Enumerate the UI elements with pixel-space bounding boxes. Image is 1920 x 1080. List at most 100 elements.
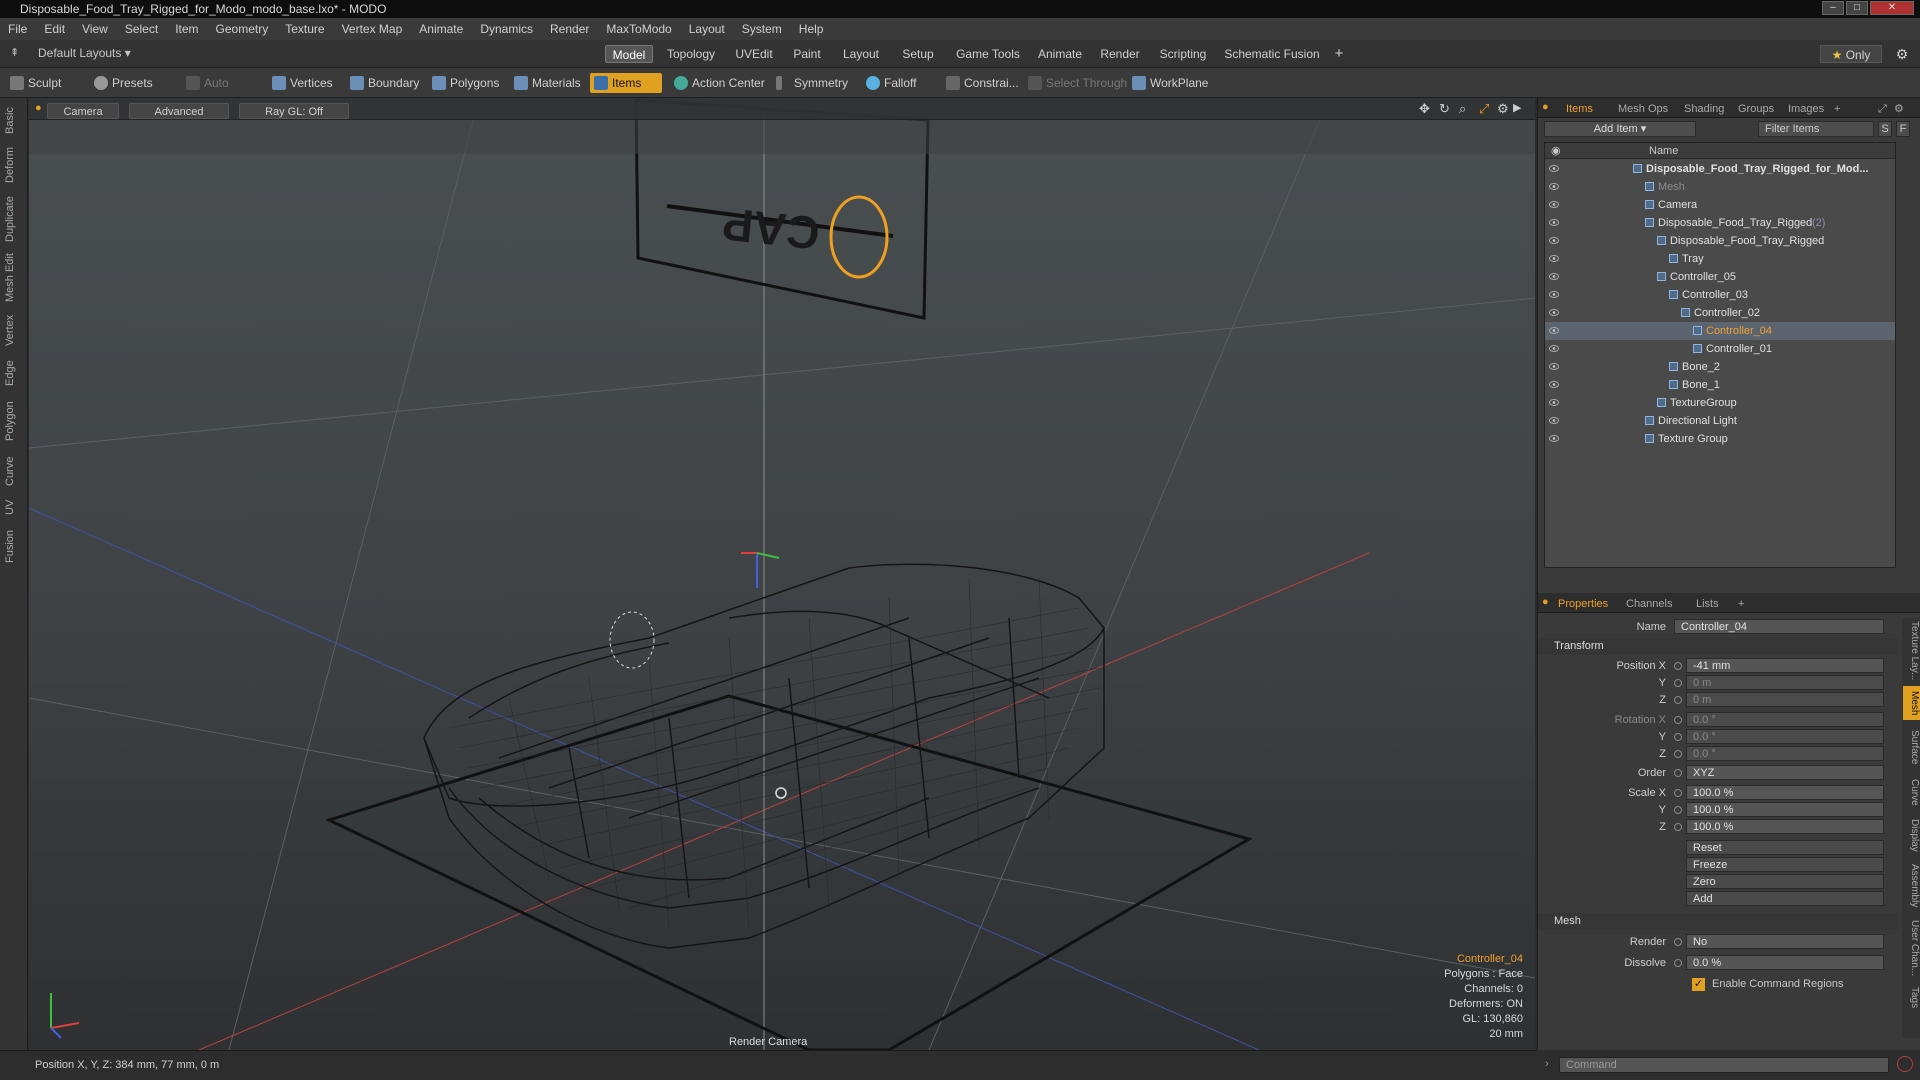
command-record-icon[interactable] — [1897, 1056, 1913, 1072]
constraints-button[interactable]: Constrai... — [942, 73, 1024, 93]
visibility-eye-icon[interactable] — [1549, 435, 1559, 442]
sculpt-button[interactable]: Sculpt — [6, 73, 86, 93]
vtab-surface[interactable]: Surface — [1903, 724, 1920, 770]
falloff-button[interactable]: Falloff — [862, 73, 934, 93]
filter-items-input[interactable]: Filter Items — [1758, 121, 1874, 137]
properties-menu-icon[interactable]: ● — [1542, 596, 1549, 608]
tab-images[interactable]: Images — [1788, 101, 1824, 117]
close-button[interactable]: ✕ — [1870, 1, 1914, 15]
tab-game-tools[interactable]: Game Tools — [950, 45, 1026, 63]
item-row[interactable]: Directional Light — [1545, 412, 1895, 430]
tab-schematic-fusion[interactable]: Schematic Fusion — [1220, 45, 1324, 63]
menu-edit[interactable]: Edit — [44, 22, 65, 36]
scale-x-key-icon[interactable] — [1674, 789, 1682, 797]
item-row[interactable]: Tray — [1545, 250, 1895, 268]
controller-ring[interactable] — [829, 195, 889, 279]
add-item-dropdown[interactable]: Add Item ▾ — [1544, 121, 1696, 137]
workplane-button[interactable]: WorkPlane — [1128, 73, 1220, 93]
menu-item[interactable]: Item — [175, 22, 198, 36]
items-button[interactable]: Items — [590, 73, 662, 93]
reset-dropdown[interactable]: Reset — [1686, 840, 1884, 855]
dissolve-key-icon[interactable] — [1674, 959, 1682, 967]
maximize-button[interactable]: □ — [1846, 1, 1868, 15]
position-z-field[interactable]: 0 m — [1686, 692, 1884, 707]
only-toggle[interactable]: ★ Only — [1820, 45, 1882, 63]
rotation-y-key-icon[interactable] — [1674, 733, 1682, 741]
item-row[interactable]: Controller_04 — [1545, 322, 1895, 340]
panel-gear-icon[interactable]: ⚙ — [1894, 101, 1904, 117]
render-key-icon[interactable] — [1674, 938, 1682, 946]
vertices-button[interactable]: Vertices — [268, 73, 340, 93]
zero-dropdown[interactable]: Zero — [1686, 874, 1884, 889]
tab-animate[interactable]: Animate — [1034, 45, 1086, 63]
visibility-eye-icon[interactable] — [1549, 363, 1559, 370]
filter-s-button[interactable]: S — [1878, 121, 1892, 137]
item-row[interactable]: Bone_2 — [1545, 358, 1895, 376]
action-center-button[interactable]: Action Center — [670, 73, 770, 93]
tab-scripting[interactable]: Scripting — [1154, 45, 1212, 63]
position-y-key-icon[interactable] — [1674, 679, 1682, 687]
vtab-fusion[interactable]: Fusion — [4, 524, 22, 568]
3d-viewport[interactable]: CAP ● Camera Advanced Ray GL: Off ✥ ↻ ⌕ … — [29, 98, 1535, 1050]
visibility-eye-icon[interactable] — [1549, 255, 1559, 262]
tab-model[interactable]: Model — [605, 45, 653, 63]
visibility-eye-icon[interactable] — [1549, 399, 1559, 406]
filter-f-button[interactable]: F — [1896, 121, 1910, 137]
vtab-user-channels[interactable]: User Chan... — [1903, 916, 1920, 980]
tab-uvedit[interactable]: UVEdit — [728, 45, 780, 63]
item-row[interactable]: Disposable_Food_Tray_Rigged — [1545, 232, 1895, 250]
rotation-x-field[interactable]: 0.0 ° — [1686, 712, 1884, 727]
item-row[interactable]: Disposable_Food_Tray_Rigged (2) — [1545, 214, 1895, 232]
menu-geometry[interactable]: Geometry — [216, 22, 269, 36]
layout-arrow-icon[interactable]: ⇞ — [10, 46, 19, 59]
item-row[interactable]: Disposable_Food_Tray_Rigged_for_Mod... — [1545, 160, 1895, 178]
scale-z-field[interactable]: 100.0 % — [1686, 819, 1884, 834]
rotation-y-field[interactable]: 0.0 ° — [1686, 729, 1884, 744]
visibility-eye-icon[interactable] — [1549, 165, 1559, 172]
rotate-view-icon[interactable]: ↻ — [1439, 101, 1450, 117]
position-y-field[interactable]: 0 m — [1686, 675, 1884, 690]
menu-animate[interactable]: Animate — [419, 22, 463, 36]
visibility-eye-icon[interactable] — [1549, 291, 1559, 298]
visibility-eye-icon[interactable] — [1549, 345, 1559, 352]
polygons-button[interactable]: Polygons — [428, 73, 510, 93]
vtab-polygon[interactable]: Polygon — [4, 396, 22, 446]
scale-z-key-icon[interactable] — [1674, 823, 1682, 831]
visibility-eye-icon[interactable] — [1549, 237, 1559, 244]
menu-texture[interactable]: Texture — [285, 22, 324, 36]
raygl-button[interactable]: Ray GL: Off — [239, 103, 349, 119]
menu-layout[interactable]: Layout — [689, 22, 725, 36]
command-input[interactable]: Command — [1559, 1057, 1889, 1073]
visibility-eye-icon[interactable] — [1549, 273, 1559, 280]
rotation-x-key-icon[interactable] — [1674, 716, 1682, 724]
tab-lists[interactable]: Lists — [1696, 596, 1719, 612]
menu-system[interactable]: System — [742, 22, 782, 36]
vtab-duplicate[interactable]: Duplicate — [4, 192, 22, 246]
vtab-basic[interactable]: Basic — [4, 104, 22, 138]
boundary-button[interactable]: Boundary — [346, 73, 428, 93]
enable-command-checkbox[interactable]: ✓ — [1692, 978, 1705, 991]
vtab-uv[interactable]: UV — [4, 496, 22, 518]
order-key-icon[interactable] — [1674, 769, 1682, 777]
item-row[interactable]: Controller_03 — [1545, 286, 1895, 304]
vtab-vertex[interactable]: Vertex — [4, 310, 22, 350]
position-x-field[interactable]: -41 mm — [1686, 658, 1884, 673]
dissolve-field[interactable]: 0.0 % — [1686, 955, 1884, 970]
scale-x-field[interactable]: 100.0 % — [1686, 785, 1884, 800]
tab-groups[interactable]: Groups — [1738, 101, 1774, 117]
rotation-z-key-icon[interactable] — [1674, 750, 1682, 758]
rotation-z-field[interactable]: 0.0 ° — [1686, 746, 1884, 761]
menu-maxtomodo[interactable]: MaxToModo — [606, 22, 671, 36]
tab-layout[interactable]: Layout — [834, 45, 888, 63]
camera-button[interactable]: Camera — [47, 103, 119, 119]
viewport-menu-icon[interactable]: ● — [35, 102, 42, 114]
position-z-key-icon[interactable] — [1674, 696, 1682, 704]
tab-shading[interactable]: Shading — [1684, 101, 1724, 117]
vtab-curve-right[interactable]: Curve — [1903, 774, 1920, 810]
vtab-mesh-edit[interactable]: Mesh Edit — [4, 252, 22, 304]
menu-file[interactable]: File — [8, 22, 27, 36]
viewport-settings-icon[interactable]: ⚙ — [1497, 101, 1509, 117]
mesh-section[interactable]: Mesh — [1538, 913, 1898, 930]
advanced-button[interactable]: Advanced — [129, 103, 229, 119]
tab-channels[interactable]: Channels — [1626, 596, 1672, 612]
